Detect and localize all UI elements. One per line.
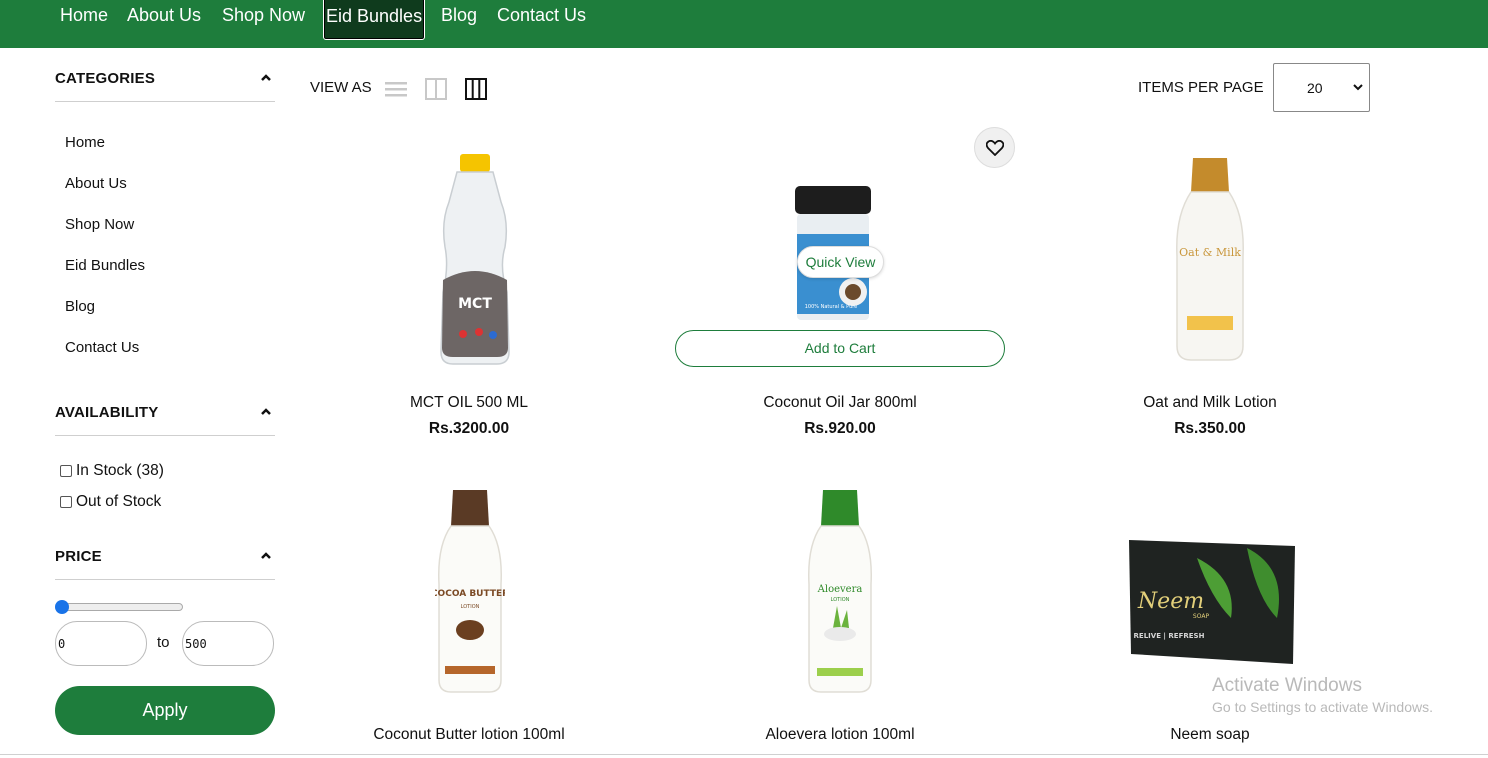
items-per-page-label: ITEMS PER PAGE [1138, 79, 1264, 96]
product-price: Rs.350.00 [1174, 420, 1246, 437]
price-title: PRICE [55, 548, 102, 565]
product-name[interactable]: MCT OIL 500 ML [304, 394, 634, 412]
price-min-input[interactable]: 0 [55, 621, 147, 666]
product-card-aloevera-lotion[interactable]: Aloevera LOTION Aloevera lotion 100ml [675, 486, 1005, 748]
chevron-up-icon[interactable] [259, 406, 273, 418]
activate-windows-watermark-title: Activate Windows [1212, 675, 1362, 696]
quick-view-button[interactable]: Quick View [797, 246, 884, 278]
price-slider-track[interactable] [58, 603, 183, 611]
activate-windows-watermark-subtitle: Go to Settings to activate Windows. [1212, 699, 1433, 715]
nav-about-us[interactable]: About Us [127, 0, 201, 30]
product-price: Rs.3200.00 [428, 420, 510, 437]
heart-icon [985, 139, 1004, 156]
product-card-oat-milk-lotion[interactable]: Oat & Milk Oat and Milk Lotion Rs.350.00 [1045, 150, 1375, 450]
categories-header[interactable]: CATEGORIES [55, 60, 275, 102]
product-name[interactable]: Aloevera lotion 100ml [675, 726, 1005, 744]
neem-label-text: Neem [1137, 589, 1204, 614]
product-card-coconut-butter-lotion[interactable]: COCOA BUTTER LOTION Coconut Butter lotio… [304, 486, 634, 748]
two-column-view-icon[interactable] [425, 78, 447, 100]
list-view-icon[interactable] [385, 78, 407, 100]
category-link-about-us[interactable]: About Us [65, 175, 127, 192]
cocoa-label-text: COCOA BUTTER [435, 589, 505, 599]
mct-label-text: MCT [458, 296, 492, 312]
nav-contact-us[interactable]: Contact Us [497, 0, 586, 30]
bottom-divider [0, 754, 1488, 755]
category-link-blog[interactable]: Blog [65, 298, 95, 315]
chevron-down-icon [1353, 84, 1363, 91]
nav-eid-bundles[interactable]: Eid Bundles [323, 0, 426, 40]
category-link-home[interactable]: Home [65, 134, 105, 151]
apply-button[interactable]: Apply [55, 686, 275, 735]
aloe-sub-text: LOTION [831, 597, 850, 603]
wishlist-button[interactable] [974, 127, 1015, 168]
oat-label-text: Oat & Milk [1179, 246, 1241, 259]
top-navigation-bar: Home About Us Shop Now Eid Bundles Blog … [0, 0, 1488, 48]
cocoa-sub-text: LOTION [461, 604, 480, 610]
category-link-contact-us[interactable]: Contact Us [65, 339, 139, 356]
nav-shop-now[interactable]: Shop Now [222, 0, 305, 30]
nav-blog[interactable]: Blog [441, 0, 477, 30]
product-name[interactable]: Neem soap [1045, 726, 1375, 744]
category-link-shop-now[interactable]: Shop Now [65, 216, 134, 233]
price-slider-thumb[interactable] [55, 600, 69, 614]
product-image-mct-oil[interactable]: MCT [435, 152, 515, 367]
chevron-up-icon[interactable] [259, 550, 273, 562]
availability-header[interactable]: AVAILABILITY [55, 394, 275, 436]
view-as-label: VIEW AS [310, 79, 372, 96]
neem-sub-text: SOAP [1193, 613, 1210, 620]
out-of-stock-checkbox[interactable] [60, 496, 72, 508]
categories-title: CATEGORIES [55, 70, 156, 87]
add-to-cart-button[interactable]: Add to Cart [675, 330, 1005, 367]
product-name[interactable]: Coconut Butter lotion 100ml [304, 726, 634, 744]
price-header[interactable]: PRICE [55, 538, 275, 580]
product-card-coconut-oil-jar[interactable]: 100% Natural & Pure Coconut Oil Jar 800m… [675, 150, 1005, 450]
product-image-oat-milk-lotion[interactable]: Oat & Milk [1173, 156, 1247, 362]
product-image-aloevera-lotion[interactable]: Aloevera LOTION [805, 488, 875, 694]
items-per-page-select[interactable]: 20 [1273, 63, 1370, 112]
product-image-neem-soap[interactable]: Neem SOAP RELIVE | REFRESH [1127, 538, 1299, 668]
product-name[interactable]: Coconut Oil Jar 800ml [675, 394, 1005, 412]
in-stock-checkbox[interactable] [60, 465, 72, 477]
price-to-label: to [157, 634, 170, 651]
availability-out-of-stock[interactable]: Out of Stock [60, 493, 161, 511]
availability-title: AVAILABILITY [55, 404, 159, 421]
chevron-up-icon[interactable] [259, 72, 273, 84]
nav-home[interactable]: Home [60, 0, 108, 30]
out-of-stock-label: Out of Stock [76, 493, 162, 510]
items-per-page-value: 20 [1307, 79, 1323, 96]
price-max-input[interactable]: 500 [182, 621, 274, 666]
availability-in-stock[interactable]: In Stock (38) [60, 462, 164, 480]
product-image-coconut-butter-lotion[interactable]: COCOA BUTTER LOTION [435, 488, 505, 694]
coconut-label-text: 100% Natural & Pure [805, 304, 858, 310]
in-stock-label: In Stock (38) [76, 462, 164, 479]
product-name[interactable]: Oat and Milk Lotion [1045, 394, 1375, 412]
neem-tag-text: RELIVE | REFRESH [1134, 632, 1205, 641]
aloe-label-text: Aloevera [817, 584, 863, 595]
category-link-eid-bundles[interactable]: Eid Bundles [65, 257, 145, 274]
three-column-view-icon[interactable] [465, 78, 487, 100]
product-price: Rs.920.00 [804, 420, 876, 437]
product-card-mct-oil[interactable]: MCT MCT OIL 500 ML Rs.3200.00 [304, 150, 634, 450]
